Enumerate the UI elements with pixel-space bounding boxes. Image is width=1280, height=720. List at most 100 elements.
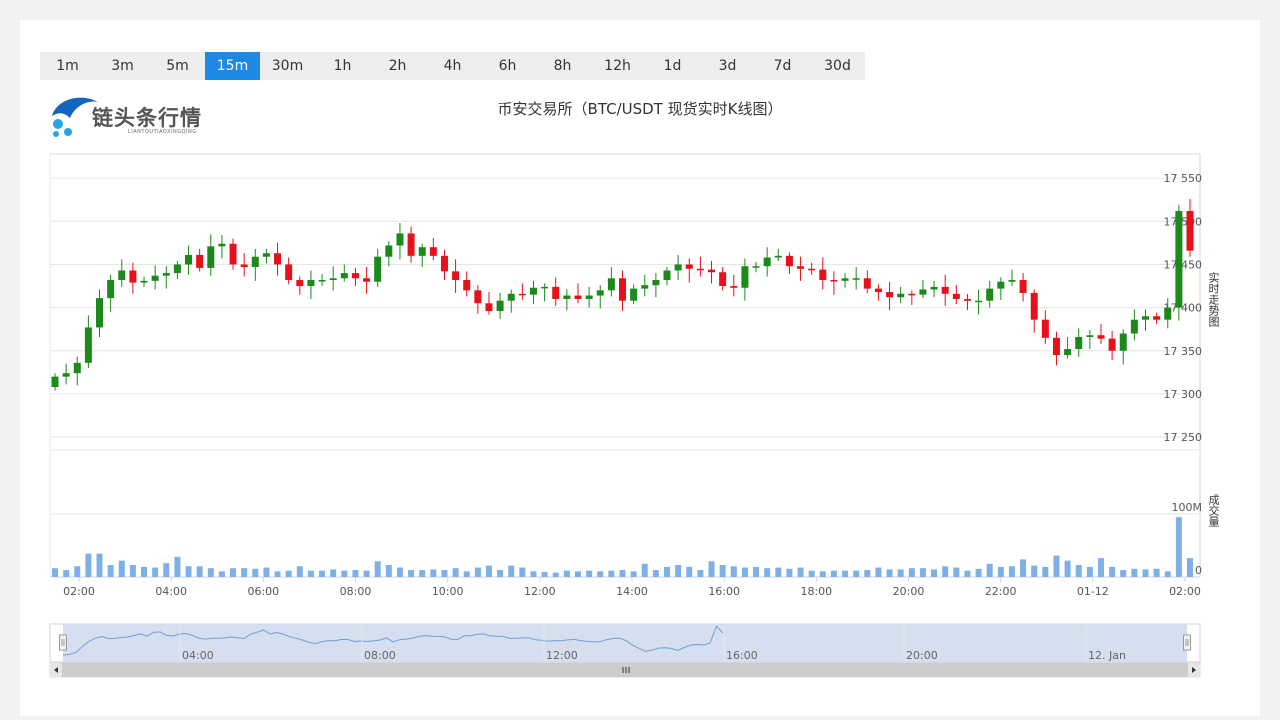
candle[interactable] — [986, 288, 994, 301]
candle[interactable] — [218, 243, 226, 247]
candle[interactable] — [719, 272, 727, 287]
candle[interactable] — [529, 287, 537, 295]
volume-bar[interactable] — [1086, 566, 1093, 577]
volume-bar[interactable] — [485, 565, 492, 577]
candle[interactable] — [841, 278, 849, 281]
candle[interactable] — [741, 266, 749, 288]
candle[interactable] — [730, 286, 738, 288]
volume-bar[interactable] — [1131, 568, 1138, 577]
volume-bar[interactable] — [819, 571, 826, 577]
volume-bar[interactable] — [1187, 558, 1193, 577]
candle[interactable] — [663, 270, 671, 280]
volume-bar[interactable] — [452, 568, 459, 577]
candle[interactable] — [1153, 316, 1161, 320]
candle[interactable] — [785, 255, 793, 267]
volume-bar[interactable] — [730, 566, 737, 577]
volume-bar[interactable] — [1064, 560, 1071, 577]
volume-bar[interactable] — [497, 570, 504, 577]
candle[interactable] — [963, 298, 971, 301]
candle[interactable] — [118, 270, 126, 280]
navigator-left-handle[interactable] — [59, 634, 67, 651]
volume-bar[interactable] — [775, 567, 782, 577]
volume-bar[interactable] — [1008, 566, 1015, 577]
volume-bar[interactable] — [508, 565, 515, 577]
volume-bar[interactable] — [430, 569, 437, 577]
volume-bar[interactable] — [185, 566, 192, 577]
candle[interactable] — [485, 303, 493, 312]
volume-bar[interactable] — [797, 567, 804, 577]
candle[interactable] — [797, 266, 805, 269]
volume-bar[interactable] — [1053, 555, 1060, 577]
candle[interactable] — [1119, 333, 1127, 351]
volume-bar[interactable] — [875, 567, 882, 577]
candle[interactable] — [1130, 319, 1138, 334]
volume-bar[interactable] — [85, 553, 92, 577]
volume-bar[interactable] — [107, 565, 114, 577]
candle[interactable] — [162, 273, 170, 276]
volume-bar[interactable] — [931, 569, 938, 577]
volume-bar[interactable] — [942, 566, 949, 577]
volume-bar[interactable] — [341, 570, 348, 577]
candle[interactable] — [652, 279, 660, 286]
volume-bar[interactable] — [296, 566, 303, 577]
volume-bar[interactable] — [1164, 571, 1171, 577]
volume-bar[interactable] — [519, 567, 526, 577]
volume-bar[interactable] — [218, 571, 225, 577]
volume-bar[interactable] — [1120, 570, 1127, 577]
candle[interactable] — [329, 278, 337, 280]
volume-bar[interactable] — [675, 565, 682, 577]
candle[interactable] — [574, 295, 582, 299]
volume-bar[interactable] — [641, 563, 648, 577]
volume-bar[interactable] — [886, 569, 893, 577]
candle[interactable] — [1052, 337, 1060, 356]
volume-bar[interactable] — [764, 568, 771, 577]
candle[interactable] — [374, 256, 382, 282]
candle[interactable] — [251, 256, 259, 268]
volume-bar[interactable] — [96, 553, 103, 577]
volume-bar[interactable] — [441, 570, 448, 577]
volume-bar[interactable] — [908, 568, 915, 577]
candle[interactable] — [607, 278, 615, 291]
volume-bar[interactable] — [463, 571, 470, 577]
candle[interactable] — [185, 254, 193, 265]
volume-bar[interactable] — [1097, 558, 1104, 577]
candle[interactable] — [708, 269, 716, 273]
candle[interactable] — [874, 288, 882, 293]
candle[interactable] — [1175, 210, 1183, 308]
candle[interactable] — [452, 271, 460, 280]
volume-bar[interactable] — [408, 570, 415, 577]
candle[interactable] — [96, 298, 104, 328]
candle[interactable] — [919, 289, 927, 295]
volume-bar[interactable] — [330, 569, 337, 577]
volume-bar[interactable] — [608, 570, 615, 577]
volume-bar[interactable] — [630, 571, 637, 577]
volume-bar[interactable] — [786, 568, 793, 577]
candle[interactable] — [173, 264, 181, 274]
candle[interactable] — [674, 264, 682, 271]
candle[interactable] — [340, 273, 348, 279]
volume-bar[interactable] — [741, 567, 748, 577]
candle[interactable] — [630, 288, 638, 301]
volume-bar[interactable] — [864, 570, 871, 577]
candle[interactable] — [285, 264, 293, 280]
volume-bar[interactable] — [118, 560, 125, 577]
volume-bar[interactable] — [697, 570, 704, 577]
candle[interactable] — [107, 279, 115, 299]
candle[interactable] — [752, 266, 760, 268]
candle[interactable] — [886, 292, 894, 298]
candle[interactable] — [207, 246, 215, 268]
candle[interactable] — [474, 290, 482, 304]
candle[interactable] — [1064, 349, 1072, 356]
volume-bar[interactable] — [230, 568, 237, 577]
candle[interactable] — [73, 362, 81, 374]
volume-bar[interactable] — [63, 570, 70, 577]
volume-bar[interactable] — [252, 568, 259, 577]
volume-bar[interactable] — [152, 567, 159, 577]
candle[interactable] — [952, 293, 960, 299]
candle[interactable] — [941, 286, 949, 294]
candle[interactable] — [1075, 336, 1083, 350]
candle[interactable] — [84, 327, 92, 363]
volume-bar[interactable] — [307, 570, 314, 577]
candle[interactable] — [696, 268, 704, 271]
candle[interactable] — [274, 253, 282, 265]
